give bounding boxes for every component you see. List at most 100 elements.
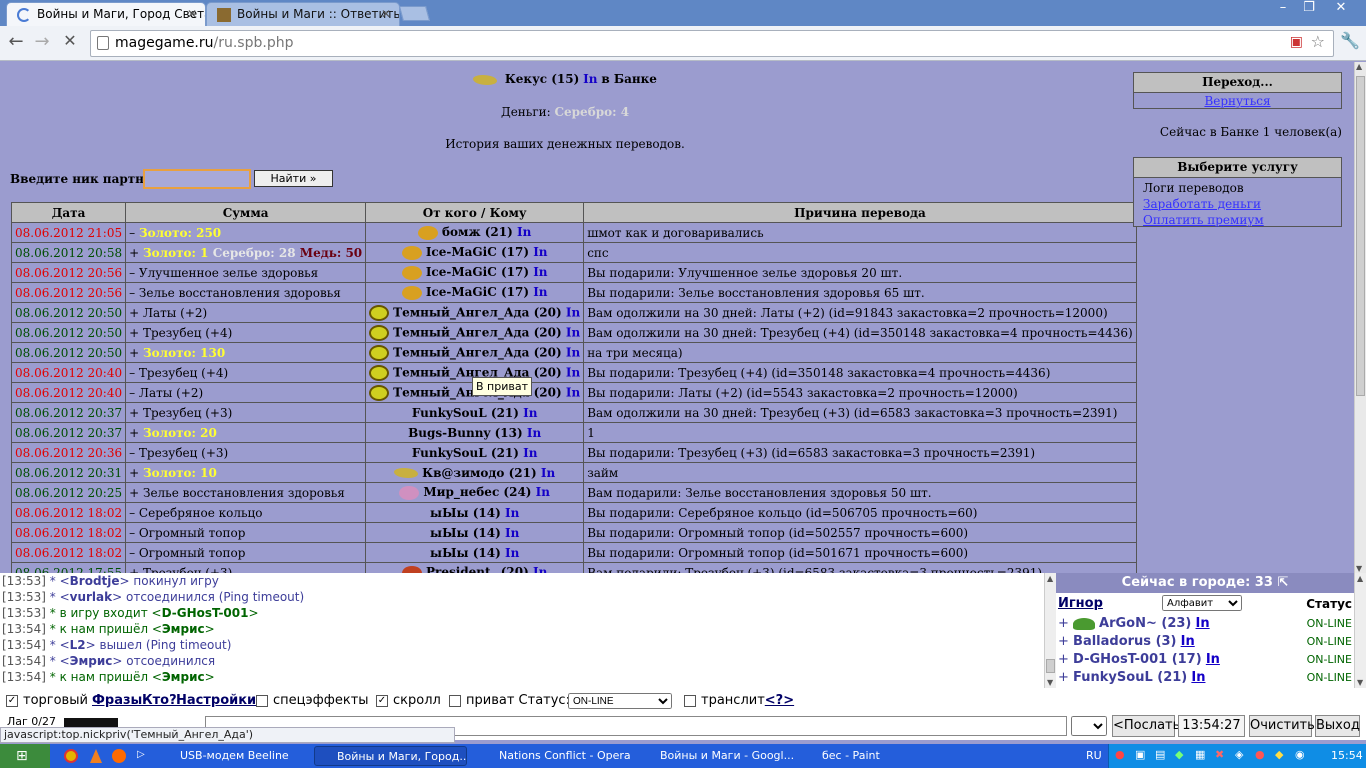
- language-indicator[interactable]: RU: [1086, 749, 1102, 762]
- service-earn-link[interactable]: Заработать деньги: [1143, 196, 1341, 212]
- partner-nick[interactable]: ыЫы (14): [430, 526, 501, 540]
- scroll-up-icon[interactable]: ▲: [1047, 574, 1053, 583]
- chat-nick[interactable]: Brodtje: [70, 574, 120, 588]
- page-scrollbar[interactable]: ▲ ▼: [1354, 62, 1366, 573]
- tab-reply[interactable]: Войны и Маги :: Ответить ✕: [206, 2, 400, 26]
- sort-select[interactable]: Алфавит: [1162, 595, 1242, 611]
- network-tray-icon[interactable]: ▣: [1135, 748, 1145, 761]
- scroll-checkbox[interactable]: ✓: [376, 694, 388, 707]
- partner-in-link[interactable]: In: [533, 245, 547, 259]
- partner-in-link[interactable]: In: [536, 485, 550, 499]
- trade-checkbox[interactable]: ✓: [6, 694, 18, 707]
- back-arrow-icon[interactable]: ←: [4, 31, 28, 55]
- scroll-thumb[interactable]: [1356, 76, 1365, 396]
- exit-button[interactable]: Выход: [1315, 715, 1360, 737]
- send-button[interactable]: <Послать: [1112, 715, 1180, 737]
- partner-in-link[interactable]: In: [505, 506, 519, 520]
- chrome-quicklaunch-icon[interactable]: [64, 749, 78, 763]
- partner-nick[interactable]: Ice-MaGiC (17): [426, 265, 529, 279]
- shield-tray-icon[interactable]: ◆: [1175, 748, 1183, 761]
- expand-user-icon[interactable]: +: [1058, 634, 1073, 649]
- partner-in-link[interactable]: In: [541, 466, 555, 480]
- chat-nick[interactable]: Эмрис: [70, 654, 113, 668]
- chat-nick[interactable]: Эмрис: [162, 670, 205, 684]
- partner-nick[interactable]: Темный_Ангел_Ада (20): [393, 345, 562, 359]
- chat-nick[interactable]: Эмрис: [162, 622, 205, 636]
- minimize-icon[interactable]: –: [1270, 0, 1296, 18]
- partner-nick[interactable]: ыЫы (14): [430, 506, 501, 520]
- chat-scrollbar[interactable]: ▲ ▼: [1044, 573, 1056, 688]
- chat-nick[interactable]: L2: [70, 638, 86, 652]
- search-button[interactable]: Найти »: [254, 170, 333, 187]
- partner-nick[interactable]: Bugs-Bunny (13): [408, 426, 523, 440]
- close-tab-icon[interactable]: ✕: [381, 7, 391, 21]
- close-tab-icon[interactable]: ✕: [187, 7, 197, 21]
- translit-help-link[interactable]: <?>: [765, 693, 794, 708]
- monitor-tray-icon[interactable]: ▦: [1195, 748, 1205, 761]
- user-in-link[interactable]: In: [1181, 634, 1195, 649]
- popout-icon[interactable]: ⇱: [1277, 575, 1288, 590]
- partner-nick[interactable]: FunkySouL (21): [412, 446, 519, 460]
- partner-in-link[interactable]: In: [566, 365, 580, 379]
- color-picker[interactable]: [64, 718, 118, 727]
- user-in-link[interactable]: In: [1206, 652, 1220, 667]
- firefox-quicklaunch-icon[interactable]: [112, 749, 126, 763]
- private-checkbox[interactable]: [449, 694, 461, 707]
- task-paint[interactable]: бес - Paint: [800, 746, 950, 766]
- user-in-link[interactable]: In: [1191, 670, 1205, 685]
- service-premium-link[interactable]: Оплатить премиум: [1143, 212, 1341, 228]
- alert-tray-icon[interactable]: ●: [1255, 748, 1265, 761]
- tab-city[interactable]: Войны и Маги, Город Света ✕: [6, 2, 206, 26]
- ignore-link[interactable]: Игнор: [1058, 596, 1103, 611]
- close-icon[interactable]: ✕: [1328, 0, 1354, 18]
- expand-user-icon[interactable]: +: [1058, 670, 1073, 685]
- partner-in-link[interactable]: In: [505, 546, 519, 560]
- volume-tray-icon[interactable]: ◉: [1295, 748, 1305, 761]
- address-bar[interactable]: magegame.ru/ru.spb.php ▣ ☆: [90, 30, 1334, 57]
- user-nick[interactable]: FunkySouL (21): [1073, 670, 1187, 685]
- partner-in-link[interactable]: In: [533, 565, 547, 573]
- partner-in-link[interactable]: In: [523, 446, 537, 460]
- clear-button[interactable]: Очистить: [1249, 715, 1315, 737]
- partner-nick[interactable]: Ice-MaGiC (17): [426, 245, 529, 259]
- player-nick[interactable]: Кекус (15): [505, 72, 579, 86]
- scroll-down-icon[interactable]: ▼: [1357, 678, 1363, 687]
- partner-in-link[interactable]: In: [566, 325, 580, 339]
- partner-nick[interactable]: Ice-MaGiC (17): [426, 285, 529, 299]
- task-chrome-game[interactable]: Войны и Маги - Googl...: [638, 746, 793, 766]
- user-in-link[interactable]: In: [1196, 616, 1210, 631]
- expand-user-icon[interactable]: +: [1058, 652, 1073, 667]
- chat-nick[interactable]: D-GHosT-001: [162, 606, 249, 620]
- partner-nick[interactable]: Мир_небес (24): [423, 485, 531, 499]
- partner-in-link[interactable]: In: [517, 225, 531, 239]
- partner-nick[interactable]: President_ (20): [426, 565, 529, 573]
- partner-nick[interactable]: ыЫы (14): [430, 546, 501, 560]
- scroll-down-icon[interactable]: ▼: [1047, 678, 1053, 687]
- back-link[interactable]: Вернуться: [1204, 94, 1270, 108]
- security-tray-icon[interactable]: ◆: [1275, 748, 1283, 761]
- printer-tray-icon[interactable]: ▤: [1155, 748, 1165, 761]
- new-tab-button[interactable]: [398, 6, 431, 21]
- partner-nick[interactable]: Темный_Ангел_Ада (20): [393, 325, 562, 339]
- partner-nick[interactable]: FunkySouL (21): [412, 406, 519, 420]
- speaker-tray-icon[interactable]: ◈: [1235, 748, 1243, 761]
- player-info-link[interactable]: In: [583, 72, 597, 86]
- partner-in-link[interactable]: In: [566, 385, 580, 399]
- expand-icon[interactable]: ▷: [137, 749, 145, 760]
- opera-tray-icon[interactable]: ●: [1115, 748, 1125, 761]
- partner-nick[interactable]: Темный_Ангел_Ада (20): [393, 305, 562, 319]
- start-button[interactable]: ⊞: [0, 744, 50, 768]
- vlc-quicklaunch-icon[interactable]: [90, 749, 102, 763]
- effects-checkbox[interactable]: [256, 694, 268, 707]
- service-logs[interactable]: Логи переводов: [1143, 180, 1341, 196]
- scroll-down-icon[interactable]: ▼: [1356, 564, 1362, 573]
- partner-in-link[interactable]: In: [533, 285, 547, 299]
- phrases-link[interactable]: Фразы: [92, 693, 142, 708]
- recipient-select[interactable]: [1071, 716, 1107, 736]
- forward-arrow-icon[interactable]: →: [30, 31, 54, 55]
- scroll-thumb[interactable]: [1046, 659, 1055, 673]
- scroll-up-icon[interactable]: ▲: [1356, 62, 1362, 71]
- settings-link[interactable]: Настройки: [176, 693, 256, 708]
- connection-tray-icon[interactable]: ✖: [1215, 748, 1224, 761]
- partner-in-link[interactable]: In: [566, 345, 580, 359]
